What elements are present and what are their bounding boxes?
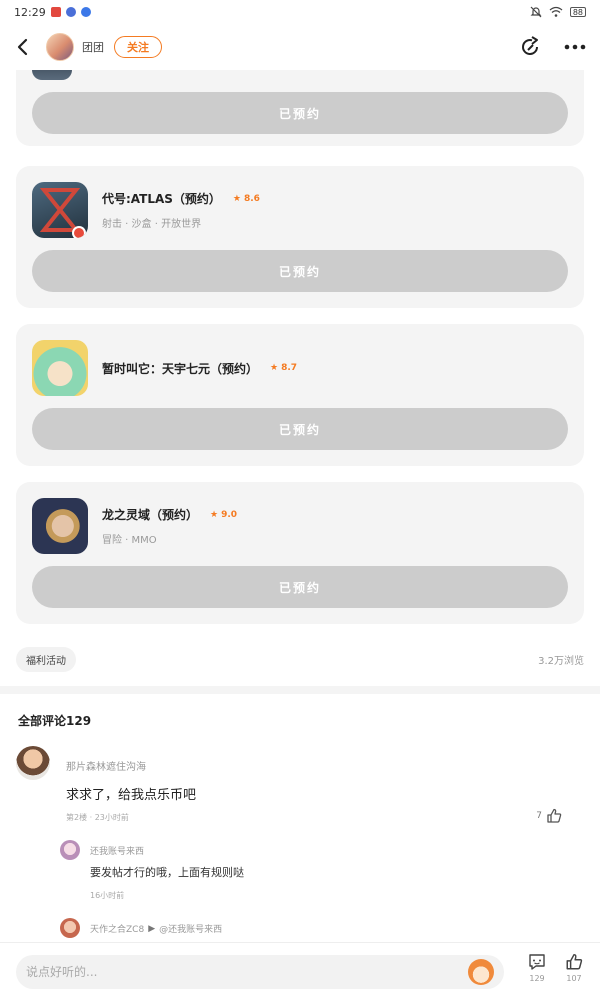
browser-app-icon (65, 7, 76, 17)
welfare-tag-chip[interactable]: 福利活动 (16, 646, 76, 672)
elf-game-icon[interactable] (32, 498, 88, 554)
reply-avatar[interactable] (60, 918, 80, 938)
back-arrow-icon[interactable] (14, 38, 32, 56)
author-avatar[interactable] (46, 33, 74, 61)
atlas-game-icon[interactable] (32, 182, 88, 238)
thumbs-up-icon (566, 953, 583, 970)
wifi-icon (549, 6, 563, 17)
reserve-button[interactable]: 已预约 (32, 92, 568, 134)
game-title[interactable]: 暂时叫它：天宇七元（预约） (102, 360, 258, 377)
author-name[interactable]: 团团 (82, 39, 104, 55)
comment-body[interactable]: 求求了，给我点乐币吧 (66, 784, 196, 803)
view-count: 3.2万浏览 (538, 655, 584, 667)
bottom-bar: 129 107 (0, 942, 600, 1000)
comment-like-button[interactable]: 7 (536, 808, 562, 824)
comments-title: 全部评论129 (18, 714, 92, 728)
star-icon: ★ (232, 193, 241, 204)
comment-like-count: 7 (536, 811, 542, 821)
status-time: 12:29 (14, 5, 46, 19)
reply-header: 天作之合ZC8 ▶ @还我账号来西 (90, 922, 222, 936)
mute-bell-icon (530, 6, 542, 18)
comment-meta: 第2楼 · 23小时前 (66, 813, 129, 822)
paw-app-icon (80, 7, 91, 17)
like-count: 107 (566, 974, 582, 983)
reserve-button[interactable]: 已预约 (32, 250, 568, 292)
reply-arrow-icon: ▶ (148, 923, 156, 934)
comment-input-box[interactable] (16, 955, 504, 989)
star-icon: ★ (210, 509, 219, 520)
game-rating: ★ 9.0 (210, 509, 238, 520)
battery-icon: 88 (569, 7, 586, 17)
game-card: 暂时叫它：天宇七元（预约） ★ 8.7 已预约 (16, 324, 584, 466)
game-card: 代号:ATLAS（预约） ★ 8.6 射击 · 沙盒 · 开放世界 已预约 (16, 166, 584, 308)
reserve-button[interactable]: 已预约 (32, 408, 568, 450)
notification-app-icon (50, 7, 61, 17)
reserve-button[interactable]: 已预约 (32, 566, 568, 608)
game-tags: 射击 · 沙盒 · 开放世界 (102, 219, 202, 230)
partial-game-icon (32, 70, 72, 80)
reply-body[interactable]: 要发帖才行的哦，上面有规则哒 (90, 864, 244, 880)
top-bar: 团团 关注 (0, 24, 600, 70)
commenter-avatar[interactable] (16, 746, 50, 780)
comment-count-button[interactable]: 129 (528, 953, 546, 983)
game-card: 龙之灵域（预约） ★ 9.0 冒险 · MMO 已预约 (16, 482, 584, 624)
game-title[interactable]: 龙之灵域（预约） (102, 506, 198, 523)
game-card-partial: 已预约 (16, 70, 584, 146)
star-icon: ★ (270, 363, 279, 373)
mascot-emoji-icon[interactable] (468, 959, 494, 985)
game-tags: 冒险 · MMO (102, 535, 157, 546)
comment-input[interactable] (26, 965, 468, 979)
reply-meta: 16小时前 (90, 891, 125, 900)
game-title[interactable]: 代号:ATLAS（预约） (102, 190, 221, 207)
reply-username[interactable]: 天作之合ZC8 (90, 922, 144, 935)
anime-girl-game-icon[interactable] (32, 340, 88, 396)
status-bar: 12:29 88 (0, 0, 600, 24)
share-icon[interactable] (520, 36, 542, 58)
post-footer: 福利活动 3.2万浏览 (16, 646, 584, 672)
comment-username[interactable]: 那片森林遮住沟海 (66, 758, 146, 773)
reply-avatar[interactable] (60, 840, 80, 860)
follow-button[interactable]: 关注 (114, 36, 162, 58)
reply-username[interactable]: 还我账号来西 (90, 844, 144, 857)
reply-target[interactable]: @还我账号来西 (159, 922, 222, 935)
section-divider (0, 686, 600, 694)
game-rating: ★ 8.6 (232, 193, 260, 204)
game-rating: ★ 8.7 (270, 363, 298, 373)
comment-bubble-icon (529, 954, 545, 970)
comment-count: 129 (529, 974, 545, 983)
post-content: 已预约 代号:ATLAS（预约） ★ 8.6 射击 · 沙盒 · 开放世界 已预约 (0, 70, 600, 942)
like-post-button[interactable]: 107 (565, 953, 583, 983)
more-options-icon[interactable] (564, 44, 586, 50)
thumbs-up-icon (547, 808, 562, 823)
game-badge-icon (72, 226, 86, 238)
